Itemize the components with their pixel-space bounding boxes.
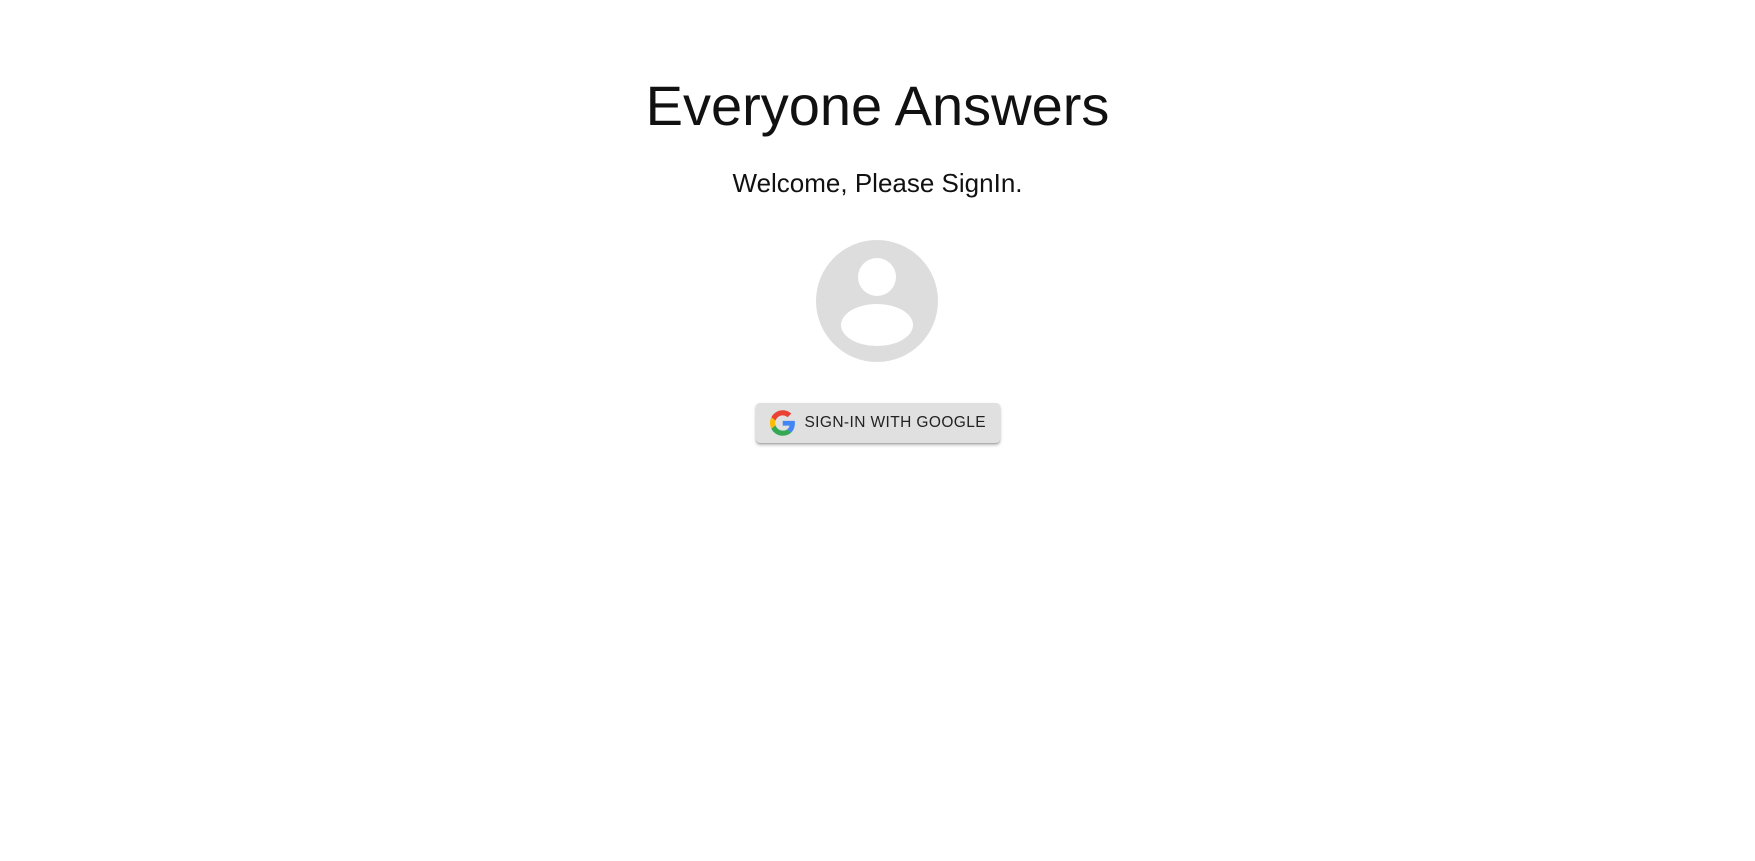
signin-page: Everyone Answers Welcome, Please SignIn.… [0, 0, 1755, 861]
google-icon [770, 410, 795, 436]
google-signin-button[interactable]: SIGN-IN WITH GOOGLE [756, 403, 1000, 443]
user-placeholder-icon [816, 240, 938, 362]
page-title: Everyone Answers [645, 74, 1110, 137]
welcome-message: Welcome, Please SignIn. [732, 168, 1023, 198]
signin-button-label: SIGN-IN WITH GOOGLE [804, 414, 986, 431]
